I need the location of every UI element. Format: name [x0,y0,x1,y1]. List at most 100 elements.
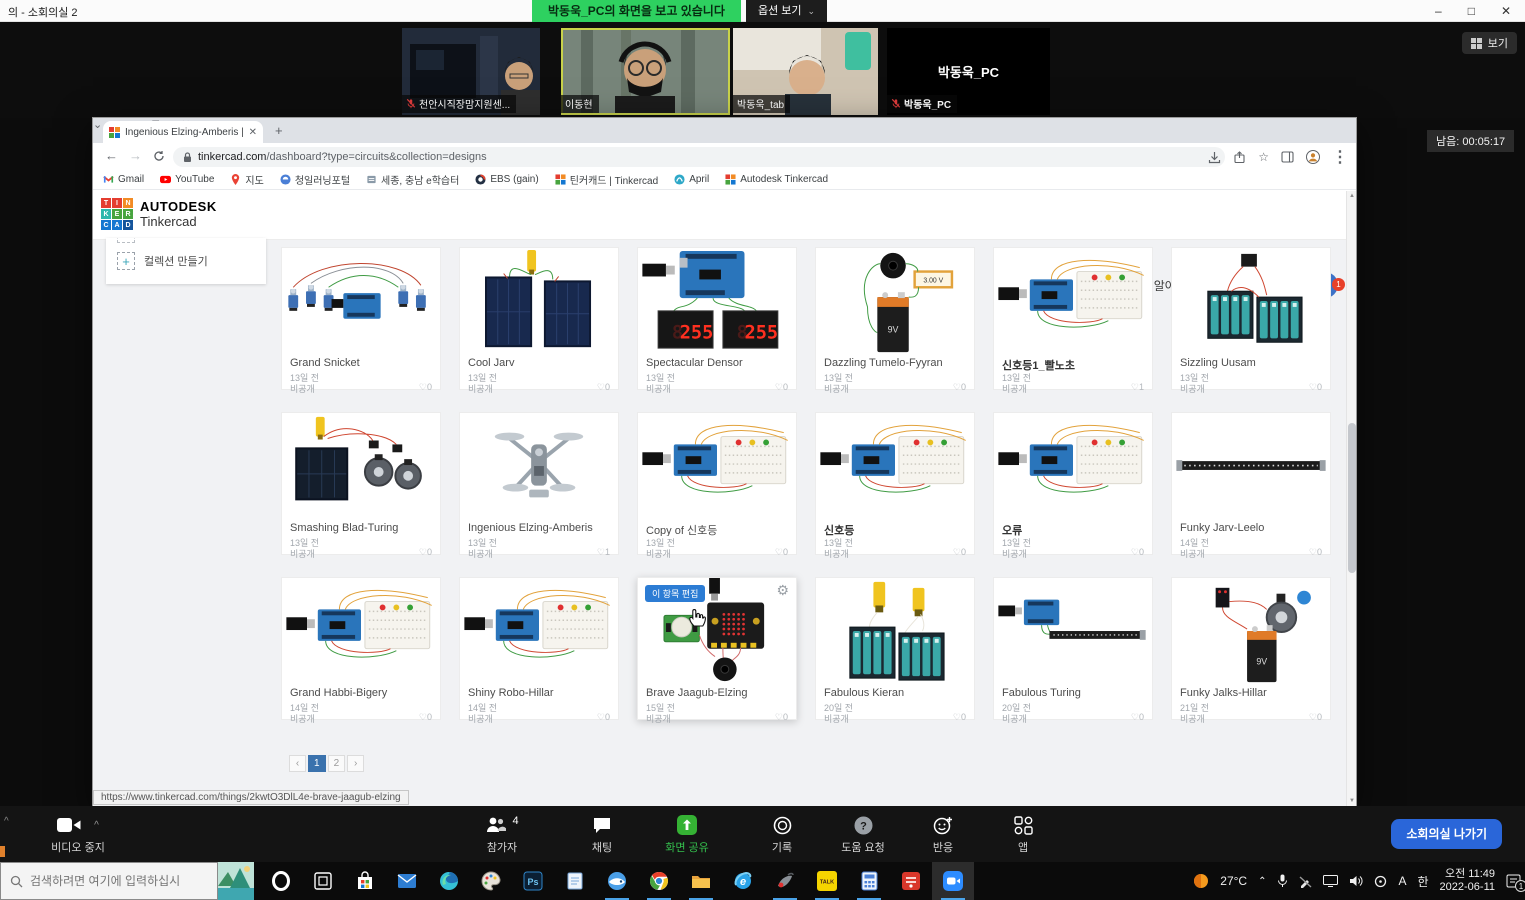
design-thumbnail[interactable] [282,578,440,686]
chevron-up-icon[interactable]: ^ [4,816,9,827]
chat-button[interactable]: 채팅 [565,813,639,855]
bookmark-9[interactable]: Autodesk Tinkercad [725,174,828,185]
design-thumbnail[interactable] [816,578,974,686]
bookmark-6[interactable]: EBS (gain) [475,174,538,185]
stop-video-button[interactable]: ^ 비디오 중지 [30,813,126,855]
design-card[interactable]: Copy of 신호등13일 전비공개♡0 [637,412,797,555]
address-bar[interactable]: tinkercad.com/dashboard?type=circuits&co… [173,147,1225,167]
view-layout-button[interactable]: 보기 [1462,32,1517,54]
design-card[interactable]: Smashing Blad-Turing13일 전비공개♡0 [281,412,441,555]
tray-expand-icon[interactable]: ⌃ [1258,876,1266,887]
pagination-prev[interactable]: ‹ [289,755,306,772]
ime-latin-label[interactable]: A [1398,874,1406,888]
forward-icon[interactable]: → [129,148,142,163]
bookmark-star-icon[interactable]: ☆ [1258,150,1269,164]
bookmark-5[interactable]: 세종, 충남 e학습터 [366,172,459,187]
pagination-page-1[interactable]: 1 [308,755,326,772]
video-tile-3[interactable]: 박동욱_tab [733,28,878,115]
scrollbar-thumb[interactable] [1348,423,1356,573]
design-card[interactable]: Shiny Robo-Hillar14일 전비공개♡0 [459,577,619,720]
taskbar-whale-icon[interactable] [596,862,638,900]
participants-button[interactable]: 4참가자 [465,813,539,855]
minimize-icon[interactable]: – [1435,4,1442,18]
design-thumbnail[interactable] [994,578,1152,686]
design-card[interactable]: 오류13일 전비공개♡0 [993,412,1153,555]
create-collection-panel[interactable]: + 컬렉션 만들기 [106,238,266,284]
design-thumbnail[interactable] [460,578,618,686]
reload-icon[interactable] [153,150,165,162]
design-card[interactable]: 3.00 V9VDazzling Tumelo-Fyyran13일 전비공개♡0 [815,247,975,390]
maximize-icon[interactable]: □ [1468,4,1475,18]
bookmark-7[interactable]: 틴커캐드 | Tinkercad [555,172,659,187]
record-button[interactable]: 기록 [745,813,819,855]
tray-ring-icon[interactable] [1374,875,1387,888]
taskbar-opera-icon[interactable] [260,862,302,900]
taskbar-search-box[interactable] [0,862,218,900]
tab-close-icon[interactable]: ✕ [249,127,257,138]
taskbar-chrome-icon[interactable] [638,862,680,900]
video-tile-1[interactable]: 천안시직장맘지원센... [402,28,540,115]
taskbar-task-view-icon[interactable] [302,862,344,900]
design-thumbnail[interactable] [282,413,440,521]
taskbar-notepad-icon[interactable] [554,862,596,900]
design-thumbnail[interactable] [638,413,796,521]
taskbar-paint-icon[interactable] [470,862,512,900]
ime-korean-label[interactable]: 한 [1418,873,1429,890]
taskbar-ie-icon[interactable]: e [722,862,764,900]
microphone-icon[interactable] [1277,874,1288,888]
apps-button[interactable]: 앱 [986,813,1060,855]
design-card[interactable]: 신호등13일 전비공개♡0 [815,412,975,555]
video-options-caret-icon[interactable]: ^ [94,820,99,831]
browser-tab[interactable]: Ingenious Elzing-Amberis | Tink ✕ [103,121,263,143]
profile-avatar-icon[interactable] [1306,150,1320,164]
design-card[interactable]: Grand Snicket13일 전비공개♡0 [281,247,441,390]
gear-icon[interactable]: ⚙ [776,582,789,599]
search-input[interactable] [30,874,200,888]
design-card[interactable]: Sizzling Uusam13일 전비공개♡0 [1171,247,1331,390]
design-thumbnail[interactable] [1172,248,1330,356]
design-card[interactable]: 9VFunky Jalks-Hillar21일 전비공개♡0 [1171,577,1331,720]
design-card[interactable]: Ingenious Elzing-Amberis13일 전비공개♡1 [459,412,619,555]
bookmark-1[interactable]: Gmail [103,174,144,185]
taskbar-edge-icon[interactable] [428,862,470,900]
notification-center-button[interactable]: 1 [1506,874,1521,888]
pagination-next[interactable]: › [347,755,364,772]
bookmark-2[interactable]: YouTube [160,174,214,185]
reactions-button[interactable]: 반응 [906,813,980,855]
design-thumbnail[interactable] [282,248,440,356]
taskbar-explorer-icon[interactable] [680,862,722,900]
design-card[interactable]: Fabulous Kieran20일 전비공개♡0 [815,577,975,720]
design-thumbnail[interactable] [994,248,1152,356]
scroll-up-icon[interactable]: ▲ [1347,193,1357,199]
taskbar-capture-tool-icon[interactable] [764,862,806,900]
taskbar-zoom-icon[interactable] [932,862,974,900]
pen-disabled-icon[interactable] [1299,875,1312,888]
bookmark-8[interactable]: April [674,174,709,185]
share-button[interactable]: 화면 공유 [650,813,724,855]
side-panel-icon[interactable] [1281,151,1294,163]
taskbar-hancom-icon[interactable] [890,862,932,900]
design-card[interactable]: Funky Jarv-Leelo14일 전비공개♡0 [1171,412,1331,555]
design-thumbnail[interactable]: 3.00 V9V [816,248,974,356]
edit-item-badge[interactable]: 이 항목 편집 [645,585,705,602]
tab-search-icon[interactable]: ⌄ [93,118,102,131]
taskbar-store-icon[interactable] [344,862,386,900]
close-icon[interactable]: ✕ [1501,4,1511,18]
taskbar-mail-icon[interactable] [386,862,428,900]
video-tile-4[interactable]: 박동욱_PC박동욱_PC [887,28,1050,115]
taskbar-calculator-icon[interactable] [848,862,890,900]
design-card[interactable]: 이 항목 편집⚙Brave Jaagub-Elzing15일 전비공개♡0 [637,577,797,720]
new-tab-button[interactable]: + [275,123,283,138]
browser-scrollbar[interactable]: ▲ ▼ [1346,191,1356,806]
design-card[interactable]: 신호등1_빨노초13일 전비공개♡1 [993,247,1153,390]
help-button[interactable]: ?도움 요청 [826,813,900,855]
design-thumbnail[interactable] [460,413,618,521]
design-thumbnail[interactable]: 82558255 [638,248,796,356]
design-thumbnail[interactable] [816,413,974,521]
display-connect-icon[interactable] [1323,875,1338,887]
bookmark-3[interactable]: 지도 [230,172,263,187]
design-card[interactable]: Cool Jarv13일 전비공개♡0 [459,247,619,390]
search-highlight-art[interactable] [218,862,254,900]
taskbar-kakaotalk-icon[interactable]: TALK [806,862,848,900]
share-icon[interactable] [1233,151,1246,164]
